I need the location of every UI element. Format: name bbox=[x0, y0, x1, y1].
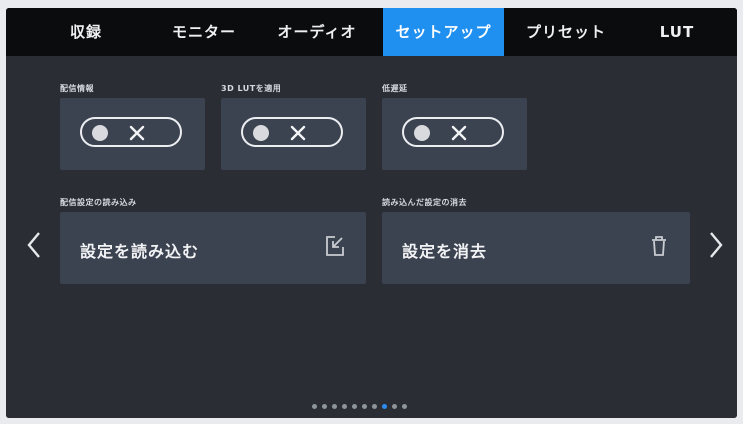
off-x-icon bbox=[451, 125, 467, 141]
apply-3d-lut-label: 3D LUTを適用 bbox=[221, 84, 282, 93]
low-latency-tile bbox=[382, 98, 527, 170]
stream-info-label: 配信情報 bbox=[60, 84, 94, 93]
apply-3d-lut-toggle[interactable] bbox=[241, 117, 343, 147]
stream-info-toggle[interactable] bbox=[80, 117, 182, 147]
stream-info-tile bbox=[60, 98, 205, 170]
low-latency-toggle[interactable] bbox=[402, 117, 504, 147]
tab-setup[interactable]: セットアップ bbox=[383, 8, 504, 56]
tab-lut[interactable]: LUT bbox=[646, 8, 708, 56]
page-dot bbox=[322, 404, 327, 409]
tab-bar: 収録 モニター オーディオ セットアップ プリセット LUT bbox=[6, 8, 737, 56]
page-dot bbox=[342, 404, 347, 409]
page-dot bbox=[332, 404, 337, 409]
next-page-arrow-icon[interactable] bbox=[708, 230, 724, 260]
load-settings-button-label: 設定を読み込む bbox=[80, 242, 200, 261]
toggle-knob bbox=[92, 125, 108, 141]
tab-monitor[interactable]: モニター bbox=[156, 8, 252, 56]
off-x-icon bbox=[129, 125, 145, 141]
page-dot bbox=[382, 404, 387, 409]
low-latency-label: 低遅延 bbox=[382, 84, 408, 93]
load-settings-label: 配信設定の読み込み bbox=[60, 198, 137, 207]
clear-settings-button-label: 設定を消去 bbox=[402, 242, 488, 261]
page-indicator bbox=[312, 404, 462, 412]
page-dot bbox=[362, 404, 367, 409]
off-x-icon bbox=[290, 125, 306, 141]
load-settings-button[interactable]: 設定を読み込む bbox=[60, 212, 366, 284]
import-icon bbox=[326, 236, 344, 256]
tab-audio[interactable]: オーディオ bbox=[264, 8, 370, 56]
page-dot bbox=[372, 404, 377, 409]
camera-settings-screen: 収録 モニター オーディオ セットアップ プリセット LUT 配信情報 3D L… bbox=[6, 8, 737, 418]
page-dot bbox=[402, 404, 407, 409]
toggle-knob bbox=[253, 125, 269, 141]
page-dot bbox=[352, 404, 357, 409]
tab-record[interactable]: 収録 bbox=[56, 8, 116, 56]
apply-3d-lut-tile bbox=[221, 98, 366, 170]
page-dot bbox=[392, 404, 397, 409]
previous-page-arrow-icon[interactable] bbox=[26, 230, 42, 260]
toggle-knob bbox=[414, 125, 430, 141]
trash-icon bbox=[652, 236, 666, 256]
page-dot bbox=[312, 404, 317, 409]
tab-presets[interactable]: プリセット bbox=[514, 8, 618, 56]
setup-panel: 配信情報 3D LUTを適用 低遅延 配信設定の読み込み 設定を読み込む 読み込… bbox=[6, 56, 737, 418]
clear-settings-label: 読み込んだ設定の消去 bbox=[382, 198, 467, 207]
clear-settings-button[interactable]: 設定を消去 bbox=[382, 212, 690, 284]
